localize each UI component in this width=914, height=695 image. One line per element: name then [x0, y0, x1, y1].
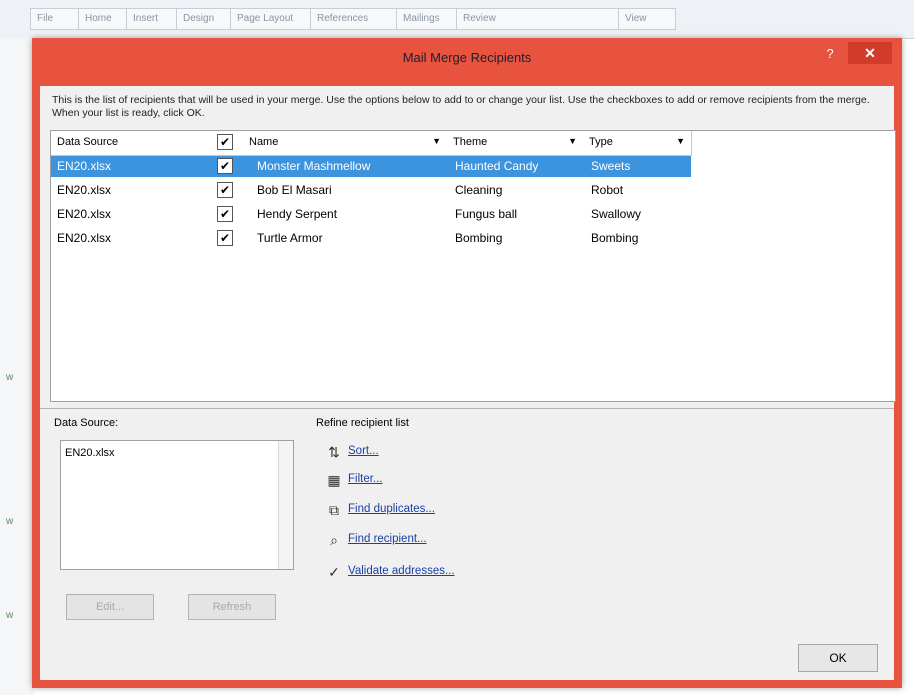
- data-source-listbox[interactable]: EN20.xlsx: [60, 440, 294, 570]
- bg-mark: w: [6, 610, 14, 621]
- cell-name: Hendy Serpent: [257, 207, 338, 221]
- cell-data-source: EN20.xlsx: [57, 183, 112, 197]
- cell-data-source: EN20.xlsx: [57, 159, 112, 173]
- ok-button[interactable]: OK: [798, 644, 878, 672]
- find-recipient-icon: ⌕: [330, 532, 338, 548]
- dropdown-arrow-icon[interactable]: ▼: [568, 136, 577, 146]
- cell-data-source: EN20.xlsx: [57, 207, 112, 221]
- find-recipient-link[interactable]: Find recipient...: [348, 533, 427, 545]
- bg-tab: File: [30, 8, 84, 30]
- sort-icon: ⇅: [328, 444, 340, 460]
- background-left-margin: w w w: [0, 38, 34, 695]
- column-header-type[interactable]: Type ▼: [583, 131, 692, 156]
- column-header-label: Theme: [453, 136, 488, 148]
- bg-tab: Insert: [126, 8, 182, 30]
- select-all-checkbox[interactable]: ✔: [217, 134, 233, 150]
- bg-tab: Home: [78, 8, 132, 30]
- table-row[interactable]: EN20.xlsx ✔ Hendy Serpent Fungus ball Sw…: [51, 204, 691, 225]
- instructions-text: This is the list of recipients that will…: [52, 94, 870, 119]
- column-header-label: Data Source: [57, 136, 119, 148]
- edit-button[interactable]: Edit...: [66, 594, 154, 620]
- help-button[interactable]: ?: [818, 44, 842, 64]
- bg-mark: w: [6, 372, 14, 383]
- dropdown-arrow-icon[interactable]: ▼: [432, 136, 441, 146]
- cell-name: Bob El Masari: [257, 183, 332, 197]
- bg-tab: View: [618, 8, 676, 30]
- bg-tab: References: [310, 8, 400, 30]
- column-header-name[interactable]: Name ▼: [243, 131, 448, 156]
- table-row[interactable]: EN20.xlsx ✔ Monster Mashmellow Haunted C…: [51, 156, 691, 177]
- row-checkbox[interactable]: ✔: [217, 182, 233, 198]
- background-ribbon: File Home Insert Design Page Layout Refe…: [0, 0, 914, 39]
- recipients-list[interactable]: Data Source ✔ Name ▼ Theme ▼ Type ▼ EN20…: [50, 130, 896, 402]
- section-divider: [40, 408, 894, 409]
- column-header-theme[interactable]: Theme ▼: [447, 131, 584, 156]
- cell-type: Bombing: [591, 231, 639, 245]
- filter-link[interactable]: Filter...: [348, 473, 383, 485]
- dialog-titlebar[interactable]: Mail Merge Recipients ? ✕: [32, 38, 902, 78]
- table-row[interactable]: EN20.xlsx ✔ Bob El Masari Cleaning Robot: [51, 180, 691, 201]
- validate-addresses-link[interactable]: Validate addresses...: [348, 565, 455, 577]
- cell-type: Robot: [591, 183, 624, 197]
- validate-icon: ✓: [328, 564, 340, 580]
- bg-tab: Mailings: [396, 8, 458, 30]
- column-header-label: Type: [589, 136, 613, 148]
- mail-merge-recipients-dialog: Mail Merge Recipients ? ✕ This is the li…: [32, 38, 902, 688]
- column-header-select-all[interactable]: ✔: [211, 131, 244, 156]
- cell-type: Swallowy: [591, 207, 642, 221]
- cell-name: Monster Mashmellow: [257, 159, 371, 173]
- bg-tab: Review: [456, 8, 620, 30]
- cell-theme: Fungus ball: [455, 207, 518, 221]
- close-button[interactable]: ✕: [848, 42, 892, 64]
- bg-tab: Page Layout: [230, 8, 314, 30]
- dropdown-arrow-icon[interactable]: ▼: [676, 136, 685, 146]
- cell-type: Sweets: [591, 159, 631, 173]
- bg-mark: w: [6, 516, 14, 527]
- find-duplicates-link[interactable]: Find duplicates...: [348, 503, 435, 515]
- cell-name: Turtle Armor: [257, 231, 323, 245]
- sort-link[interactable]: Sort...: [348, 445, 379, 457]
- refine-recipient-list-label: Refine recipient list: [316, 417, 409, 429]
- row-checkbox[interactable]: ✔: [217, 158, 233, 174]
- column-header-data-source[interactable]: Data Source: [51, 131, 212, 156]
- bg-tab: Design: [176, 8, 236, 30]
- row-checkbox[interactable]: ✔: [217, 206, 233, 222]
- dialog-body: This is the list of recipients that will…: [40, 86, 896, 680]
- data-source-label: Data Source:: [54, 417, 119, 429]
- row-checkbox[interactable]: ✔: [217, 230, 233, 246]
- cell-theme: Haunted Candy: [455, 159, 539, 173]
- filter-icon: ▦: [327, 472, 341, 488]
- dialog-title: Mail Merge Recipients: [402, 50, 532, 65]
- cell-theme: Bombing: [455, 231, 503, 245]
- cell-data-source: EN20.xlsx: [57, 231, 112, 245]
- cell-theme: Cleaning: [455, 183, 503, 197]
- column-header-label: Name: [249, 136, 279, 148]
- data-source-scrollbar[interactable]: [278, 441, 293, 569]
- data-source-item[interactable]: EN20.xlsx: [65, 447, 115, 459]
- refresh-button[interactable]: Refresh: [188, 594, 276, 620]
- duplicates-icon: ⧉: [329, 502, 339, 518]
- table-row[interactable]: EN20.xlsx ✔ Turtle Armor Bombing Bombing: [51, 228, 691, 249]
